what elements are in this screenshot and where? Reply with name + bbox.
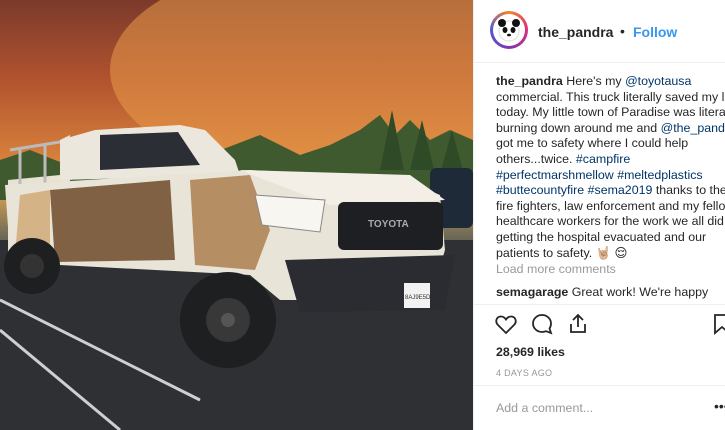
caption-line: others...twice. #campfire (496, 152, 725, 168)
post-photo[interactable]: TOYOTA 8AJ9E5D (0, 0, 473, 430)
caption-link[interactable]: #perfectmarshmellow #meltedplastics (496, 168, 703, 182)
load-more-comments-button[interactable]: Load more comments (496, 262, 616, 276)
caption-text: thanks to the (652, 183, 725, 198)
divider (474, 304, 725, 305)
caption-link[interactable]: #buttecountyfire #sema2019 (496, 183, 652, 197)
caption-line: commercial. This truck literally saved m… (496, 90, 725, 106)
comment-item: semagarage Great work! We're happy (496, 285, 708, 299)
caption-line: today. My little town of Paradise was li… (496, 105, 725, 121)
add-comment-input[interactable]: Add a comment... (496, 401, 593, 415)
license-plate: 8AJ9E5D (405, 295, 431, 301)
username[interactable]: the_pandra (538, 24, 613, 40)
action-bar (474, 312, 725, 340)
comment-username[interactable]: semagarage (496, 285, 568, 299)
avatar[interactable] (490, 11, 528, 49)
caption-line: burning down around me and @the_pandra (496, 121, 725, 137)
caption-line: getting the hospital evacuated and our (496, 230, 725, 246)
truck-photo: TOYOTA 8AJ9E5D (0, 0, 473, 430)
caption-text: Here's my (562, 74, 626, 88)
caption-line: #buttecountyfire #sema2019 thanks to the (496, 183, 725, 199)
likes-count[interactable]: 28,969 likes (496, 345, 565, 359)
caption-line: got me to safety where I could help (496, 136, 725, 152)
bookmark-icon[interactable] (710, 312, 725, 336)
caption-text: getting the hospital evacuated and our (496, 229, 707, 244)
caption-link[interactable]: #campfire (576, 152, 630, 166)
caption-line: #perfectmarshmellow #meltedplastics (496, 168, 725, 184)
divider (474, 385, 725, 386)
caption-text: healthcare workers for the work we all d… (496, 214, 724, 229)
grille-text: TOYOTA (368, 219, 409, 230)
follow-button[interactable]: Follow (633, 24, 677, 40)
share-icon[interactable] (566, 312, 590, 336)
comment-text: Great work! We're happy (568, 285, 709, 299)
post-header: the_pandra • Follow (474, 0, 725, 63)
caption-line: fire fighters, law enforcement and my fe… (496, 199, 725, 215)
separator-dot: • (620, 23, 625, 39)
post-sidebar: the_pandra • Follow the_pandra Here's my… (473, 0, 725, 430)
comment-icon[interactable] (530, 312, 554, 336)
caption-text: got me to safety where I could help (496, 136, 689, 151)
caption-text: others...twice. (496, 151, 576, 166)
caption-text: fire fighters, law enforcement and my fe… (496, 198, 725, 213)
caption-username[interactable]: the_pandra (496, 74, 563, 88)
caption-line: patients to safety. 🤘🏼 😌 (496, 246, 725, 262)
caption-text: patients to safety. 🤘🏼 😌 (496, 245, 628, 260)
caption-text: burning down around me and (496, 120, 661, 135)
heart-icon[interactable] (494, 312, 518, 336)
post-caption: the_pandra Here's my @toyotausa commercia… (496, 74, 725, 261)
caption-link[interactable]: @the_pandra (661, 121, 725, 135)
panda-icon (498, 19, 520, 42)
post-timestamp[interactable]: 4 DAYS AGO (496, 368, 552, 378)
caption-line: the_pandra Here's my @toyotausa (496, 74, 725, 90)
caption-text: commercial. This truck literally saved m… (496, 89, 725, 104)
caption-line: healthcare workers for the work we all d… (496, 214, 725, 230)
caption-link[interactable]: @toyotausa (625, 74, 691, 88)
more-options-icon[interactable]: ••• (714, 398, 725, 414)
caption-text: today. My little town of Paradise was li… (496, 105, 725, 120)
